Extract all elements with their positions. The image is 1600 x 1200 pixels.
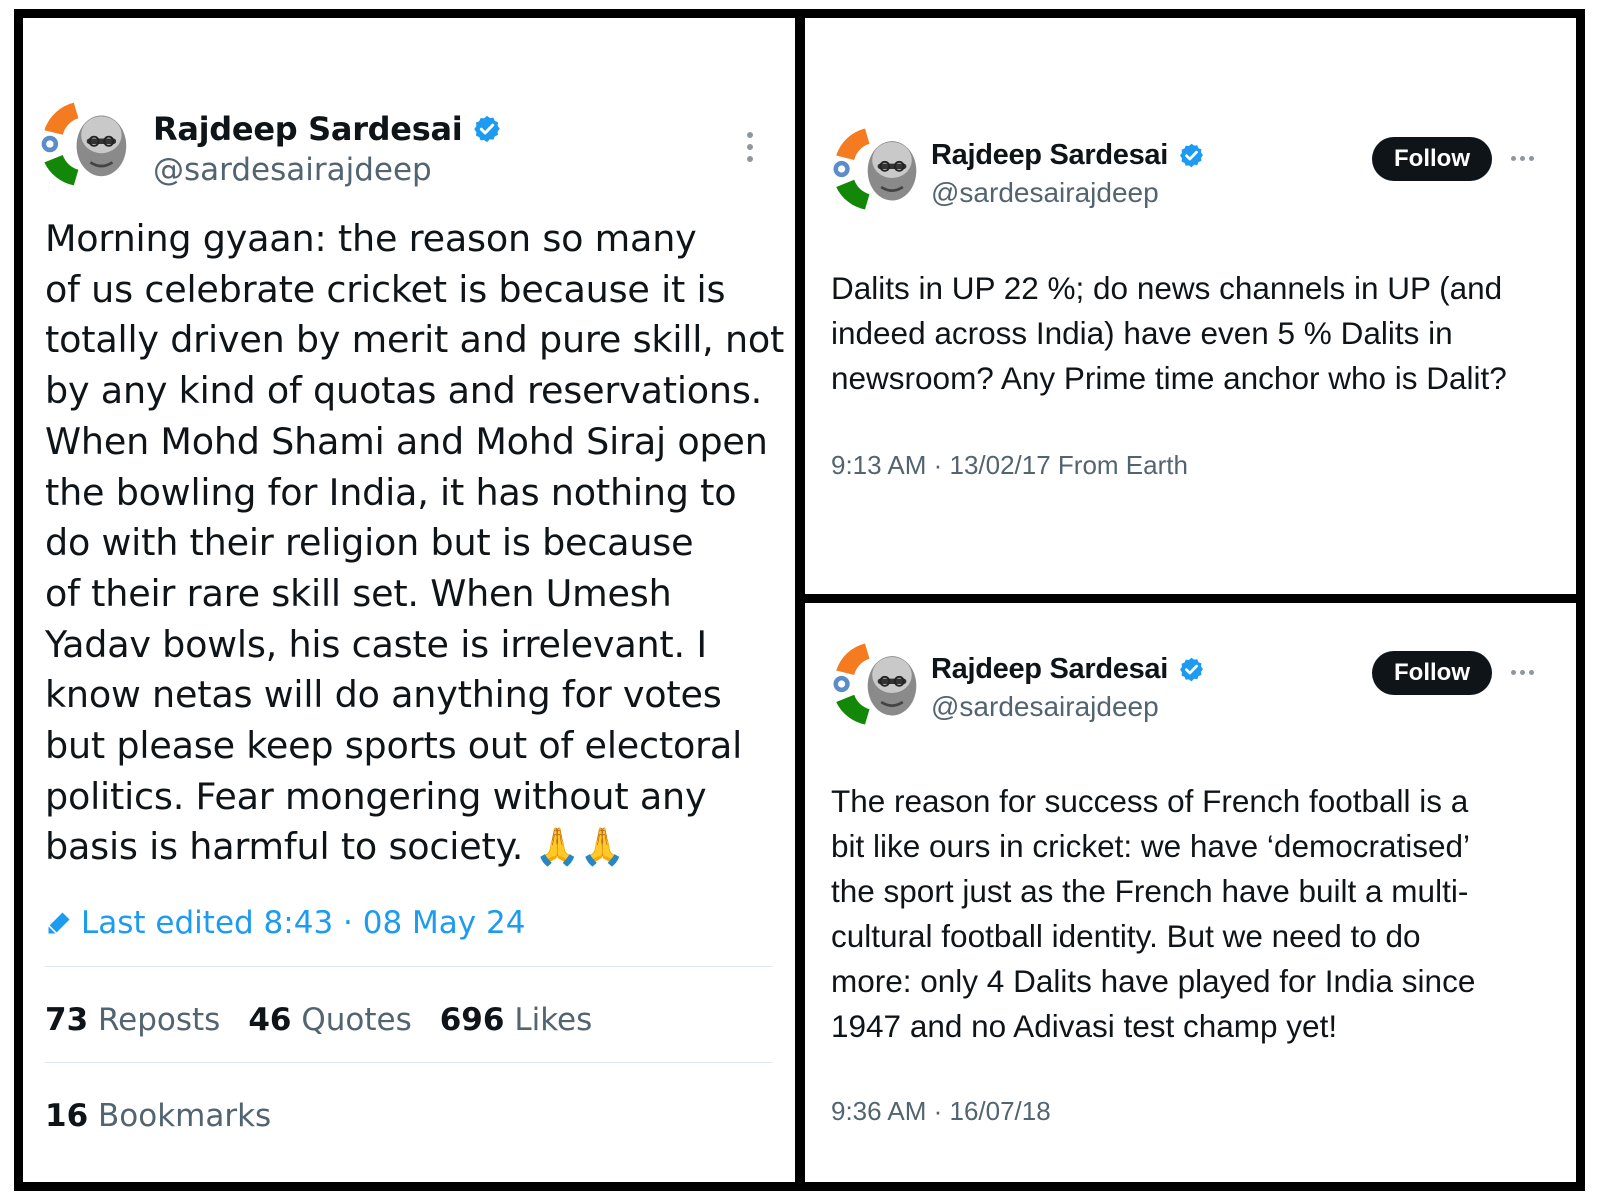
tweet-text: The reason for success of French footbal… bbox=[831, 783, 1476, 1044]
tweet-text: Dalits in UP 22 %; do news channels in U… bbox=[831, 270, 1507, 396]
divider bbox=[45, 1062, 773, 1063]
avatar[interactable] bbox=[829, 639, 919, 729]
more-options-icon[interactable] bbox=[1511, 670, 1534, 675]
verified-badge-icon bbox=[1180, 143, 1203, 168]
avatar[interactable] bbox=[37, 98, 129, 190]
edited-text[interactable]: Last edited 8:43 · 08 May 24 bbox=[81, 905, 525, 941]
verified-badge-icon bbox=[474, 115, 501, 143]
bookmarks-stat[interactable]: 16 Bookmarks bbox=[45, 1098, 271, 1134]
author-name[interactable]: Rajdeep Sardesai bbox=[931, 653, 1205, 686]
follow-button[interactable]: Follow bbox=[1372, 651, 1492, 695]
likes-stat[interactable]: 696 Likes bbox=[440, 1002, 593, 1038]
reposts-stat[interactable]: 73 Reposts bbox=[45, 1002, 220, 1038]
author-name-text[interactable]: Rajdeep Sardesai bbox=[931, 653, 1168, 686]
author-name[interactable]: Rajdeep Sardesai bbox=[931, 139, 1205, 172]
tweet-card-bottom-right: Rajdeep Sardesai @sardesairajdeep Follow… bbox=[805, 603, 1576, 1182]
edited-link[interactable]: Last edited 8:43 · 08 May 24 bbox=[45, 905, 525, 941]
verified-badge-icon bbox=[1180, 657, 1203, 682]
author-name[interactable]: Rajdeep Sardesai bbox=[153, 110, 502, 148]
author-handle[interactable]: @sardesairajdeep bbox=[931, 691, 1159, 723]
tweet-card-left: Rajdeep Sardesai @sardesairajdeep Mornin… bbox=[23, 18, 795, 1182]
collage-frame: Rajdeep Sardesai @sardesairajdeep Mornin… bbox=[14, 9, 1585, 1191]
author-name-text[interactable]: Rajdeep Sardesai bbox=[153, 110, 463, 148]
tweet-card-top-right: Rajdeep Sardesai @sardesairajdeep Follow… bbox=[805, 18, 1576, 594]
author-handle[interactable]: @sardesairajdeep bbox=[153, 152, 432, 188]
more-options-icon[interactable] bbox=[1511, 156, 1534, 161]
author-handle[interactable]: @sardesairajdeep bbox=[931, 177, 1159, 209]
quotes-stat[interactable]: 46 Quotes bbox=[248, 1002, 411, 1038]
divider bbox=[45, 966, 773, 967]
tweet-text: Morning gyaan: the reason so many of us … bbox=[45, 217, 785, 869]
avatar-image bbox=[829, 639, 919, 729]
pencil-icon bbox=[48, 912, 70, 934]
tweet-timestamp[interactable]: 9:36 AM · 16/07/18 bbox=[831, 1096, 1051, 1127]
follow-button[interactable]: Follow bbox=[1372, 137, 1492, 181]
tweet-timestamp[interactable]: 9:13 AM · 13/02/17 From Earth bbox=[831, 450, 1188, 481]
author-name-text[interactable]: Rajdeep Sardesai bbox=[931, 139, 1168, 172]
more-options-icon[interactable] bbox=[747, 132, 755, 168]
avatar-image bbox=[829, 124, 919, 214]
engagement-stats: 73 Reposts 46 Quotes 696 Likes bbox=[45, 1002, 592, 1038]
avatar[interactable] bbox=[829, 124, 919, 214]
avatar-image bbox=[37, 98, 129, 190]
